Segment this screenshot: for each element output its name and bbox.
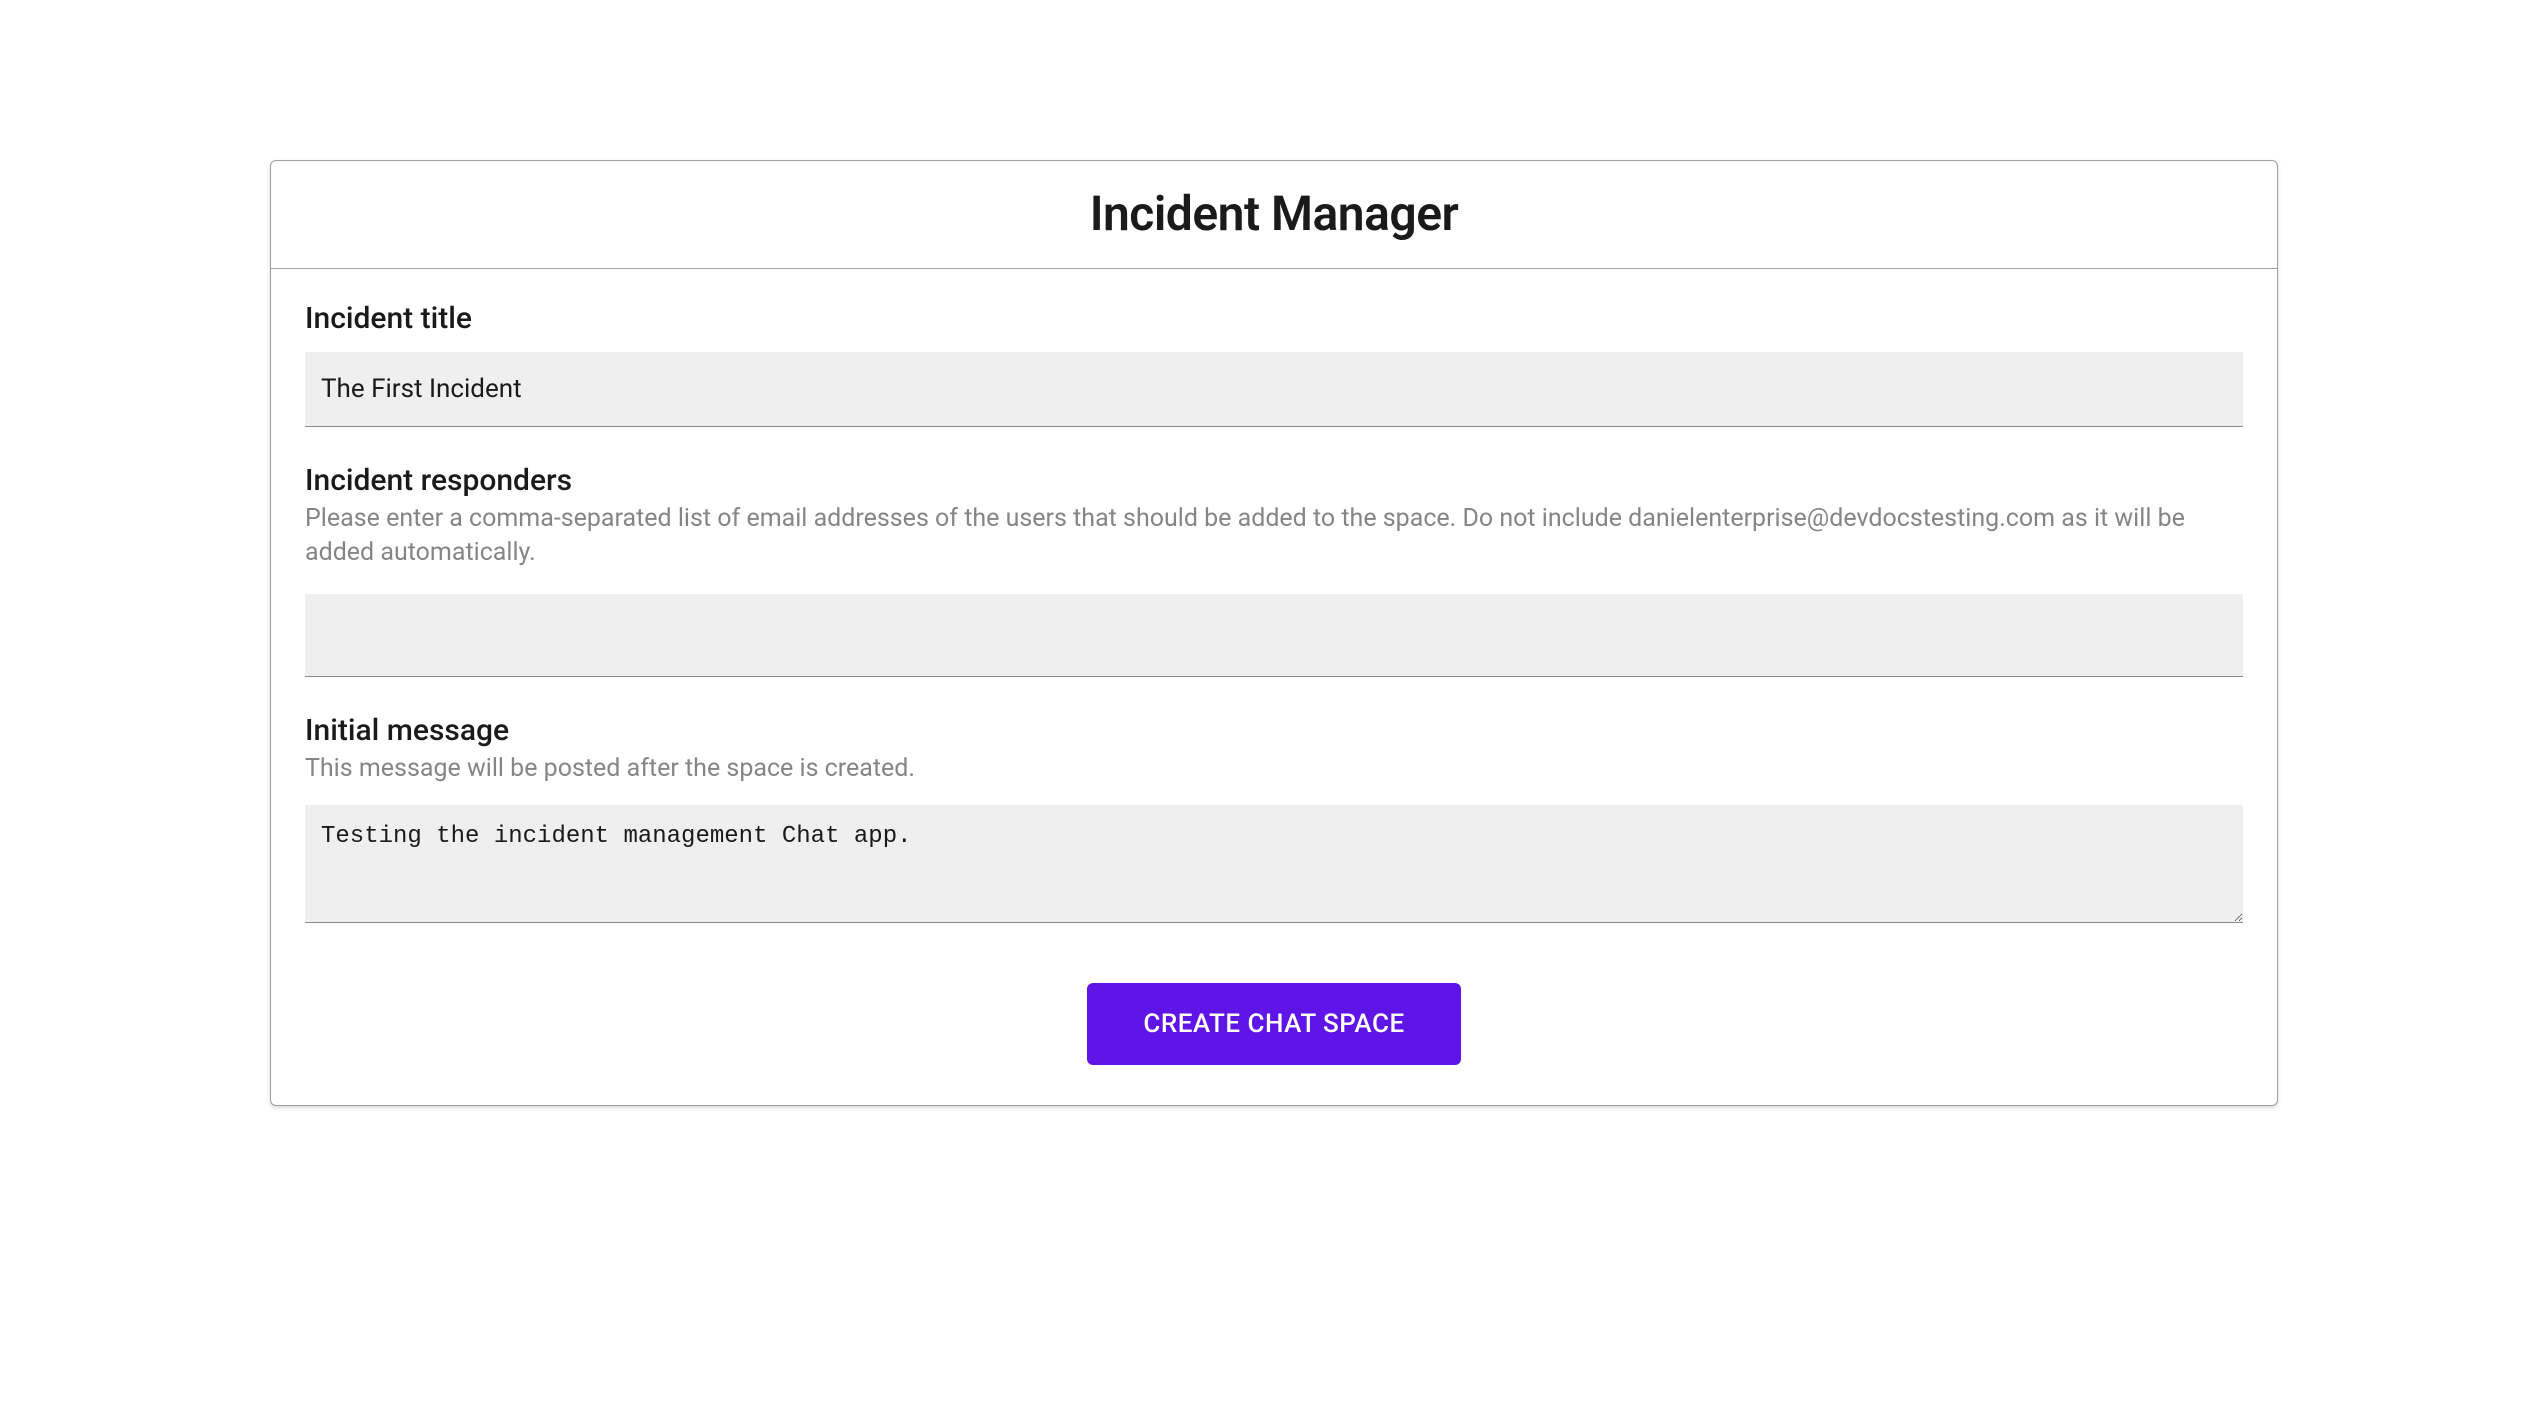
- incident-manager-card: Incident Manager Incident title Incident…: [270, 160, 2278, 1106]
- field-initial-message: Initial message This message will be pos…: [305, 713, 2243, 928]
- responders-hint: Please enter a comma-separated list of e…: [305, 502, 2243, 570]
- initial-message-label: Initial message: [305, 713, 2243, 748]
- card-header: Incident Manager: [271, 161, 2277, 269]
- page-title: Incident Manager: [271, 185, 2277, 242]
- responders-input[interactable]: [305, 594, 2243, 677]
- create-chat-space-button[interactable]: CREATE CHAT SPACE: [1087, 983, 1460, 1065]
- card-body: Incident title Incident responders Pleas…: [271, 269, 2277, 1105]
- incident-title-label: Incident title: [305, 301, 2243, 336]
- initial-message-hint: This message will be posted after the sp…: [305, 752, 2243, 786]
- field-incident-title: Incident title: [305, 301, 2243, 427]
- initial-message-textarea[interactable]: [305, 805, 2243, 923]
- responders-label: Incident responders: [305, 463, 2243, 498]
- incident-title-input[interactable]: [305, 352, 2243, 427]
- submit-row: CREATE CHAT SPACE: [305, 983, 2243, 1065]
- field-responders: Incident responders Please enter a comma…: [305, 463, 2243, 677]
